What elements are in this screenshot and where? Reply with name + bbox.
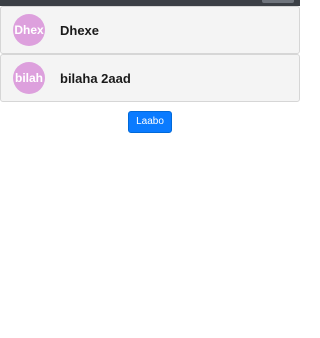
tab-indicator (262, 0, 294, 3)
back-button[interactable]: Laabo (128, 111, 172, 133)
list-item-bilaha-2aad[interactable]: bilah bilaha 2aad (0, 54, 300, 102)
item-list: Dhex Dhexe bilah bilaha 2aad (0, 6, 300, 102)
list-item-label: bilaha 2aad (60, 70, 131, 86)
avatar: bilah (13, 62, 45, 94)
list-item-dhexe[interactable]: Dhex Dhexe (0, 6, 300, 54)
action-row: Laabo (0, 111, 300, 133)
list-item-label: Dhexe (60, 22, 100, 38)
avatar: Dhex (13, 14, 45, 46)
